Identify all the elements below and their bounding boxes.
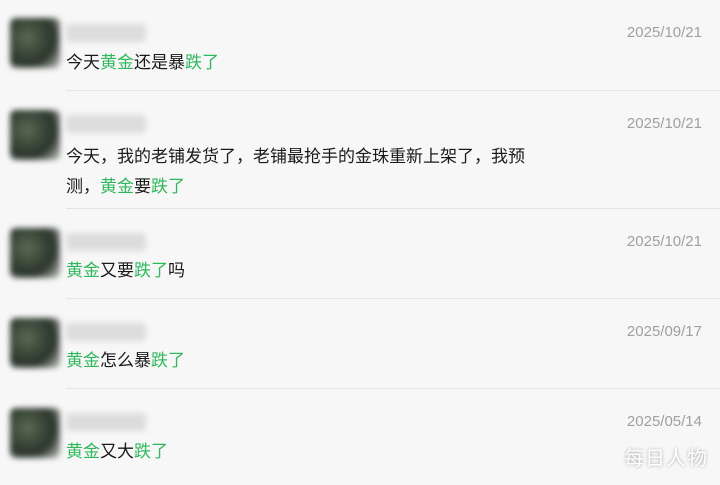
keyword-highlight: 黄金 xyxy=(66,261,100,281)
comment-list: 2025/10/21 今天黄金还是暴跌了 2025/10/21 今天，我的老铺发… xyxy=(0,0,720,485)
comment-text-segment: 怎么暴 xyxy=(100,351,151,371)
divider xyxy=(66,90,720,91)
keyword-highlight: 黄金 xyxy=(100,177,134,197)
comment-date: 2025/10/21 xyxy=(626,24,702,41)
username-blurred[interactable] xyxy=(66,24,146,42)
keyword-highlight: 跌了 xyxy=(134,261,168,281)
comment-text-segment: 还是暴 xyxy=(134,53,185,73)
comment-text: 黄金又要跌了吗 xyxy=(66,256,566,286)
keyword-highlight: 黄金 xyxy=(100,53,134,73)
keyword-highlight: 跌了 xyxy=(134,442,168,462)
watermark: 每日人物 xyxy=(624,446,708,470)
comment-text-segment: 今天 xyxy=(66,53,100,73)
comment-text-segment: 测， xyxy=(66,177,100,197)
divider xyxy=(66,298,720,299)
comment-date: 2025/10/21 xyxy=(626,233,702,250)
comment-text-segment: 吗 xyxy=(168,261,185,281)
keyword-highlight: 跌了 xyxy=(151,177,185,197)
comment-text: 今天，我的老铺发货了，老铺最抢手的金珠重新上架了，我预 测，黄金要跌了 xyxy=(66,142,566,202)
divider xyxy=(66,208,720,209)
comment-text-segment: 要 xyxy=(134,177,151,197)
keyword-highlight: 黄金 xyxy=(66,442,100,462)
avatar[interactable] xyxy=(10,18,60,68)
keyword-highlight: 跌了 xyxy=(151,351,185,371)
comment-text: 黄金又大跌了 xyxy=(66,437,566,467)
username-blurred[interactable] xyxy=(66,323,146,341)
avatar[interactable] xyxy=(10,110,60,160)
username-blurred[interactable] xyxy=(66,233,146,251)
username-blurred[interactable] xyxy=(66,413,146,431)
comment-date: 2025/05/14 xyxy=(626,413,702,430)
comment-text-segment: 又要 xyxy=(100,261,134,281)
avatar[interactable] xyxy=(10,318,60,368)
comment-date: 2025/09/17 xyxy=(626,323,702,340)
comment-text: 黄金怎么暴跌了 xyxy=(66,346,566,376)
comment-text: 今天黄金还是暴跌了 xyxy=(66,48,566,78)
divider xyxy=(66,388,720,389)
username-blurred[interactable] xyxy=(66,115,146,133)
comment-text-segment: 今天，我的老铺发货了，老铺最抢手的金珠重新上架了，我预 xyxy=(66,147,525,167)
avatar[interactable] xyxy=(10,408,60,458)
comment-text-segment: 又大 xyxy=(100,442,134,462)
keyword-highlight: 跌了 xyxy=(185,53,219,73)
keyword-highlight: 黄金 xyxy=(66,351,100,371)
comment-date: 2025/10/21 xyxy=(626,115,702,132)
avatar[interactable] xyxy=(10,228,60,278)
